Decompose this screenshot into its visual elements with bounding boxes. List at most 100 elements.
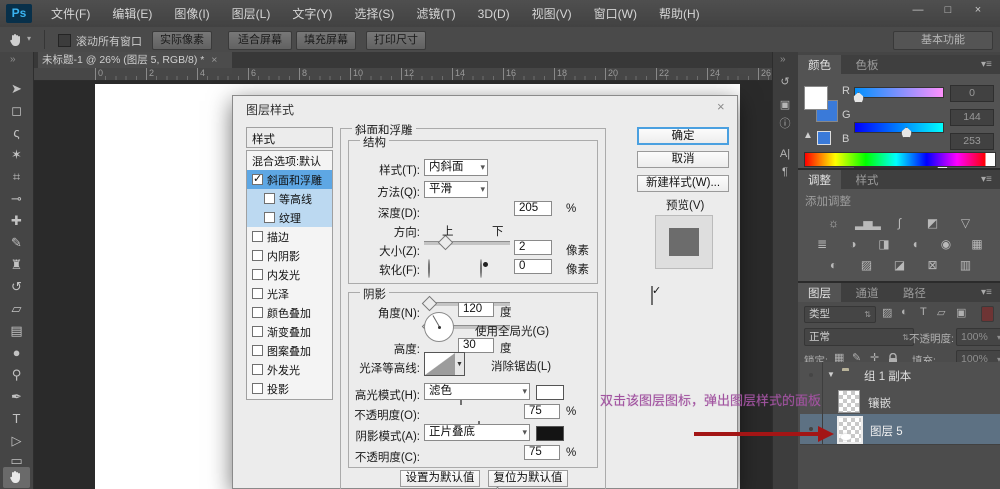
channel-b-value[interactable]: 253 [950,133,994,150]
gloss-contour-dropdown-icon[interactable]: ▼ [455,352,465,376]
style-item-contour[interactable]: 等高线 [247,189,332,208]
style-item-satin[interactable]: 光泽 [247,284,332,303]
document-tab[interactable]: 未标题-1 @ 26% (图层 5, RGB/8) * × [38,52,232,68]
tool-preset-caret-icon[interactable]: ▾ [27,34,31,43]
highlight-mode-dropdown[interactable]: 滤色 [424,383,530,400]
lasso-tool-icon[interactable]: ς [6,124,27,142]
healing-brush-tool-icon[interactable]: ✚ [6,212,27,230]
inner-glow-checkbox[interactable] [252,269,263,280]
layer-filter-toggle[interactable] [981,306,994,322]
gradient-overlay-checkbox[interactable] [252,326,263,337]
print-size-button[interactable]: 打印尺寸 [366,31,426,50]
depth-slider[interactable] [424,241,510,245]
adjustment-invert-icon[interactable]: ◐ [822,257,844,273]
clone-source-panel-icon[interactable]: ▣ [776,97,794,113]
hand-tool-icon[interactable] [8,32,24,48]
style-item-texture[interactable]: 纹理 [247,208,332,227]
altitude-input[interactable]: 30 [458,338,494,353]
maximize-button[interactable]: □ [936,2,960,18]
clone-stamp-tool-icon[interactable]: ♜ [6,256,27,274]
gradient-tool-icon[interactable]: ▤ [6,322,27,340]
tab-layers[interactable]: 图层 [798,283,841,304]
direction-up-radio[interactable] [428,259,430,278]
pattern-overlay-checkbox[interactable] [252,345,263,356]
pen-tool-icon[interactable]: ✒ [6,388,27,406]
drop-shadow-checkbox[interactable] [252,383,263,394]
character-panel-icon[interactable]: A| [776,146,794,162]
color-panel-menu-icon[interactable]: ▾≡ [981,59,992,70]
scroll-all-windows-checkbox[interactable] [58,34,71,47]
highlight-opacity-input[interactable]: 75 [524,404,560,419]
style-item-inner-shadow[interactable]: 内阴影 [247,246,332,265]
adjustment-threshold-icon[interactable]: ◪ [888,257,910,273]
adjustment-hue-saturation-icon[interactable]: ≣ [811,236,833,252]
layers-panel-menu-icon[interactable]: ▾≡ [981,287,992,298]
outer-glow-checkbox[interactable] [252,364,263,375]
blur-tool-icon[interactable]: ● [6,344,27,362]
reset-default-button[interactable]: 复位为默认值 [488,470,568,487]
angle-input[interactable]: 120 [458,302,494,317]
fill-screen-button[interactable]: 填充屏幕 [296,31,356,50]
menu-help[interactable]: 帮助(H) [648,5,711,22]
shadow-color-swatch[interactable] [536,426,564,441]
info-panel-icon[interactable]: ⓘ [776,116,794,132]
filter-smart-object-icon[interactable]: ▣ [956,306,966,319]
gloss-contour-thumbnail[interactable] [424,352,456,376]
size-input[interactable]: 2 [514,240,552,255]
style-item-inner-glow[interactable]: 内发光 [247,265,332,284]
shadow-mode-dropdown[interactable]: 正片叠底 [424,424,530,441]
adjustment-selective-color-icon[interactable]: ⊠ [921,257,943,273]
satin-checkbox[interactable] [252,288,263,299]
filter-adjustment-layers-icon[interactable]: ◐ [901,306,908,318]
eraser-tool-icon[interactable]: ▱ [6,300,27,318]
tab-paths[interactable]: 路径 [893,283,936,304]
filter-pixel-layers-icon[interactable]: ▨ [882,306,892,319]
workspace-switcher[interactable]: 基本功能 [893,31,993,50]
menu-edit[interactable]: 编辑(E) [101,5,163,22]
cancel-button[interactable]: 取消 [637,151,729,168]
actual-pixels-button[interactable]: 实际像素 [152,31,212,50]
adjustment-posterize-icon[interactable]: ▨ [855,257,877,273]
eyedropper-tool-icon[interactable]: ⊸ [6,190,27,208]
layer-name[interactable]: 镶嵌 [868,395,891,411]
style-item-gradient-overlay[interactable]: 渐变叠加 [247,322,332,341]
style-item-color-overlay[interactable]: 颜色叠加 [247,303,332,322]
bevel-emboss-checkbox[interactable] [252,174,263,185]
adjustment-exposure-icon[interactable]: ◩ [921,215,943,231]
menu-file[interactable]: 文件(F) [40,5,101,22]
gamut-closest-color-swatch[interactable] [817,131,831,145]
contour-checkbox[interactable] [264,193,275,204]
channel-g-slider[interactable] [854,122,944,133]
color-spectrum-ramp[interactable] [804,152,996,167]
channel-r-slider[interactable] [854,87,944,98]
adjustment-brightness-contrast-icon[interactable]: ☼ [822,215,844,231]
type-tool-icon[interactable]: T [6,410,27,428]
adjustment-color-lookup-icon[interactable]: ▦ [966,236,988,252]
close-button[interactable]: × [966,2,990,18]
stroke-checkbox[interactable] [252,231,263,242]
marquee-tool-icon[interactable]: ◻ [6,102,27,120]
filter-shape-layers-icon[interactable]: ▱ [937,306,945,319]
document-tab-close-icon[interactable]: × [207,54,217,66]
technique-dropdown[interactable]: 平滑 [424,181,488,198]
menu-filter[interactable]: 滤镜(T) [405,5,466,22]
adjustment-channel-mixer-icon[interactable]: ◉ [935,236,957,252]
channel-g-value[interactable]: 144 [950,109,994,126]
quick-selection-tool-icon[interactable]: ✶ [6,146,27,164]
menu-type[interactable]: 文字(Y) [281,5,343,22]
inner-shadow-checkbox[interactable] [252,250,263,261]
dialog-close-icon[interactable]: × [717,99,725,114]
dock-collapse-icon[interactable]: » [780,54,786,65]
adjustment-photo-filter-icon[interactable]: ◖ [904,236,926,252]
adjustment-color-balance-icon[interactable]: ◑ [842,236,864,252]
history-brush-tool-icon[interactable]: ↺ [6,278,27,296]
filter-type-layers-icon[interactable]: T [920,306,927,318]
layer-group-row[interactable]: ▼ 组 1 副本 [800,362,1000,389]
set-default-button[interactable]: 设置为默认值 [400,470,480,487]
depth-input[interactable]: 205 [514,201,552,216]
dodge-tool-icon[interactable]: ⚲ [6,366,27,384]
preview-checkbox[interactable] [651,286,653,305]
adjustment-gradient-map-icon[interactable]: ▥ [954,257,976,273]
direction-down-radio[interactable] [480,259,482,278]
color-overlay-checkbox[interactable] [252,307,263,318]
